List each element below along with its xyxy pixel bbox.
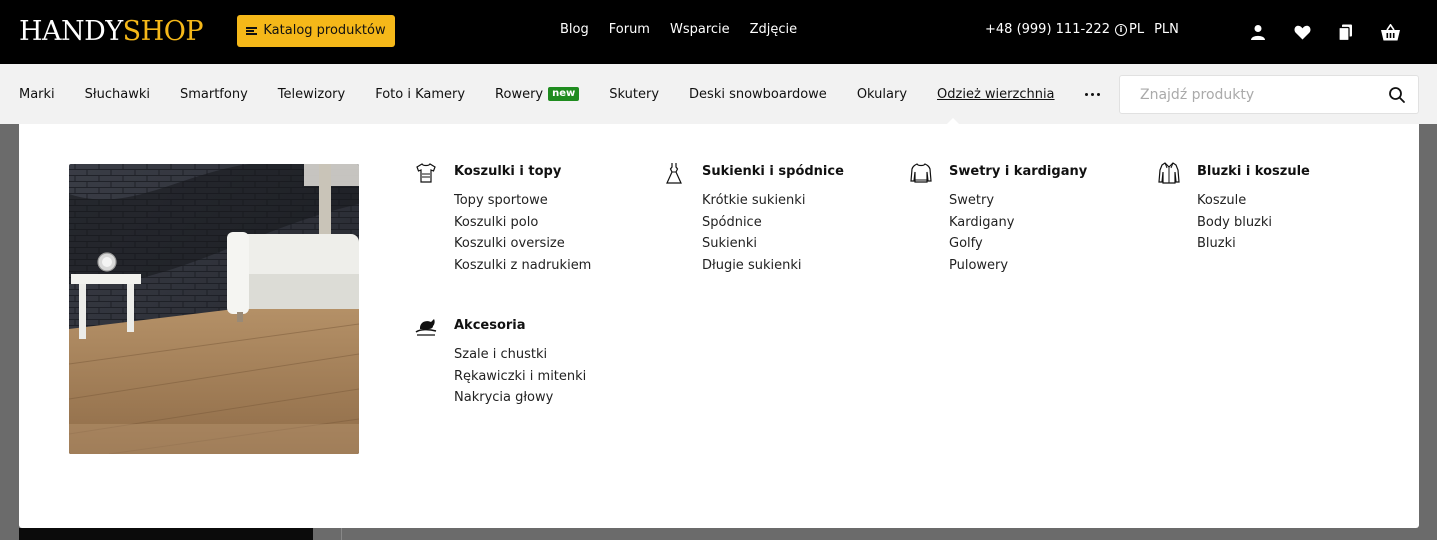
menu-link[interactable]: Bluzki (1197, 233, 1310, 255)
menu-column-title[interactable]: Swetry i kardigany (949, 164, 1087, 180)
background-divider (341, 528, 342, 540)
category-smartphones[interactable]: Smartfony (180, 87, 248, 102)
compare-icon[interactable] (1335, 21, 1357, 43)
menu-link[interactable]: Sukienki (702, 233, 844, 255)
menu-link[interactable]: Długie sukienki (702, 255, 844, 277)
menu-link[interactable]: Swetry (949, 190, 1087, 212)
more-categories-icon[interactable] (1084, 92, 1100, 96)
nav-link-photo[interactable]: Zdjęcie (750, 22, 798, 37)
logo-text-shop: SHOP (122, 16, 204, 47)
category-label: Deski snowboardowe (689, 86, 827, 102)
category-cameras[interactable]: Foto i Kamery (375, 87, 465, 102)
nav-link-blog[interactable]: Blog (560, 22, 589, 37)
catalog-button[interactable]: Katalog produktów (237, 15, 395, 47)
menu-link[interactable]: Krótkie sukienki (702, 190, 844, 212)
category-label: Rowery (495, 86, 544, 102)
user-icon[interactable] (1247, 21, 1269, 43)
category-outerwear[interactable]: Odzież wierzchnia (937, 87, 1055, 102)
logo-text-handy: HANDY (19, 16, 123, 47)
sweater-icon (909, 161, 933, 185)
menu-link-list: Swetry Kardigany Golfy Pulowery (949, 190, 1087, 277)
category-label: Odzież wierzchnia (937, 86, 1055, 102)
phone-contact[interactable]: +48 (999) 111-222 i (985, 22, 1127, 37)
phone-number: +48 (999) 111-222 (985, 22, 1110, 37)
header-actions (1247, 21, 1401, 43)
menu-column-sweaters: Swetry i kardigany Swetry Kardigany Golf… (910, 163, 1087, 277)
catalog-button-label: Katalog produktów (263, 23, 386, 38)
menu-link[interactable]: Body bluzki (1197, 212, 1310, 234)
category-headphones[interactable]: Słuchawki (85, 87, 150, 102)
menu-link-list: Szale i chustki Rękawiczki i mitenki Nak… (454, 344, 586, 409)
category-label: Słuchawki (84, 86, 150, 102)
category-label: Telewizory (277, 86, 346, 102)
logo[interactable]: HANDYSHOP (19, 16, 204, 48)
category-scooters[interactable]: Skutery (609, 87, 659, 102)
locale-switcher: PL PLN (1129, 22, 1179, 37)
basket-icon[interactable] (1379, 21, 1401, 43)
tshirt-icon (414, 161, 438, 185)
category-list: Marki Słuchawki Smartfony Telewizory Fot… (19, 64, 1100, 124)
menu-column-title[interactable]: Akcesoria (454, 318, 526, 334)
category-glasses[interactable]: Okulary (857, 87, 907, 102)
menu-column-header[interactable]: Sukienki i spódnice (666, 163, 844, 184)
menu-link[interactable]: Spódnice (702, 212, 844, 234)
menu-lines-icon (246, 27, 258, 35)
category-label: Okulary (856, 86, 908, 102)
search-icon[interactable] (1388, 86, 1406, 104)
category-bikes[interactable]: Rowery new (495, 86, 580, 102)
menu-link[interactable]: Golfy (949, 233, 1087, 255)
menu-link[interactable]: Rękawiczki i mitenki (454, 366, 586, 388)
shirt-icon (1157, 161, 1181, 185)
menu-column-title[interactable]: Bluzki i koszule (1197, 164, 1310, 180)
category-brands[interactable]: Marki (19, 87, 55, 102)
mega-menu: Koszulki i topy Topy sportowe Koszulki p… (19, 124, 1419, 528)
menu-link[interactable]: Kardigany (949, 212, 1087, 234)
new-badge: new (548, 87, 580, 101)
heart-icon[interactable] (1291, 21, 1313, 43)
menu-link[interactable]: Pulowery (949, 255, 1087, 277)
menu-column-header[interactable]: Swetry i kardigany (910, 163, 1087, 183)
menu-column-header[interactable]: Akcesoria (415, 318, 586, 336)
menu-link-list: Topy sportowe Koszulki polo Koszulki ove… (454, 190, 591, 277)
menu-column-header[interactable]: Bluzki i koszule (1158, 162, 1310, 184)
top-header: HANDYSHOP Katalog produktów Blog Forum W… (0, 0, 1437, 64)
promo-image[interactable] (69, 164, 359, 454)
menu-column-accessories: Akcesoria Szale i chustki Rękawiczki i m… (415, 318, 586, 409)
nav-link-forum[interactable]: Forum (609, 22, 650, 37)
search-input[interactable] (1140, 76, 1380, 113)
nav-link-support[interactable]: Wsparcie (670, 22, 730, 37)
menu-link[interactable]: Szale i chustki (454, 344, 586, 366)
menu-link[interactable]: Koszulki z nadrukiem (454, 255, 591, 277)
category-bar: Marki Słuchawki Smartfony Telewizory Fot… (0, 64, 1437, 124)
menu-column-dresses: Sukienki i spódnice Krótkie sukienki Spó… (666, 163, 844, 277)
menu-column-shirts: Bluzki i koszule Koszule Body bluzki Blu… (1158, 162, 1310, 255)
search-box (1119, 75, 1419, 114)
category-label: Marki (19, 86, 55, 102)
menu-column-title[interactable]: Sukienki i spódnice (702, 164, 844, 180)
menu-link[interactable]: Koszulki polo (454, 212, 591, 234)
language-selector[interactable]: PL (1129, 22, 1144, 37)
menu-link-list: Krótkie sukienki Spódnice Sukienki Długi… (702, 190, 844, 277)
background-sidebar (19, 528, 313, 540)
menu-column-tshirts: Koszulki i topy Topy sportowe Koszulki p… (416, 163, 591, 277)
menu-link[interactable]: Topy sportowe (454, 190, 591, 212)
info-icon[interactable]: i (1114, 23, 1127, 36)
top-nav: Blog Forum Wsparcie Zdjęcie (560, 22, 797, 37)
currency-selector[interactable]: PLN (1154, 22, 1179, 37)
hat-icon (414, 315, 438, 339)
category-label: Smartfony (179, 86, 248, 102)
category-label: Foto i Kamery (375, 86, 466, 102)
menu-link[interactable]: Nakrycia głowy (454, 387, 586, 409)
category-label: Skutery (609, 86, 660, 102)
category-tv[interactable]: Telewizory (278, 87, 345, 102)
menu-column-header[interactable]: Koszulki i topy (416, 163, 591, 183)
dress-icon (662, 161, 686, 185)
menu-link-list: Koszule Body bluzki Bluzki (1197, 190, 1310, 255)
menu-link[interactable]: Koszulki oversize (454, 233, 591, 255)
menu-column-title[interactable]: Koszulki i topy (454, 164, 561, 180)
menu-link[interactable]: Koszule (1197, 190, 1310, 212)
category-snowboards[interactable]: Deski snowboardowe (689, 87, 827, 102)
